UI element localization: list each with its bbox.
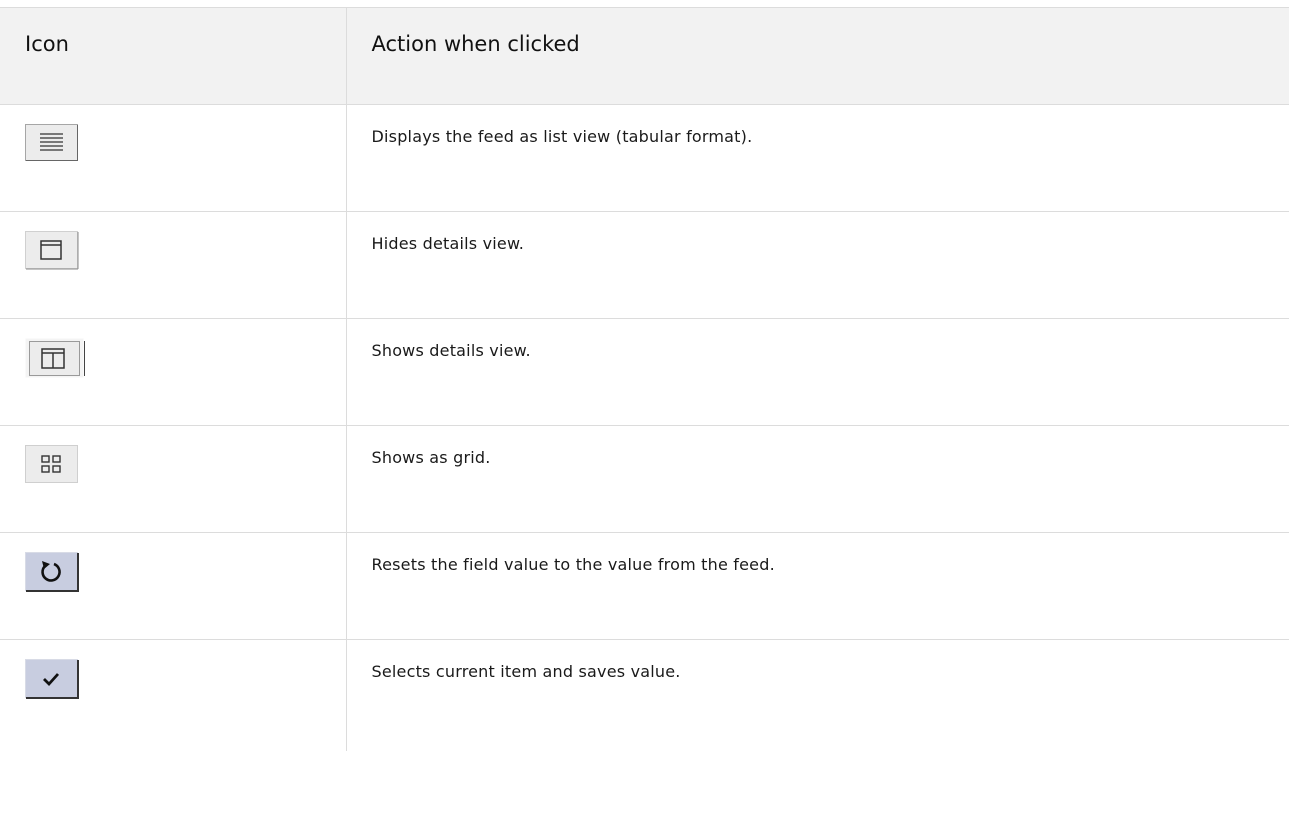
action-cell: Displays the feed as list view (tabular … [346, 104, 1289, 212]
icon-cell [0, 211, 347, 319]
action-cell: Selects current item and saves value. [371, 662, 681, 681]
icon-cell [0, 425, 347, 533]
icon-cell [0, 639, 347, 751]
table-row: Resets the field value to the value from… [0, 532, 1289, 640]
table-header-row: Icon Action when clicked [0, 7, 1289, 105]
action-cell: Resets the field value to the value from… [346, 532, 1289, 640]
table-row: Displays the feed as list view (tabular … [0, 104, 1289, 212]
action-cell: Shows as grid. [346, 425, 1289, 533]
action-cell: Hides details view. [346, 211, 1289, 319]
checkmark-icon [25, 659, 79, 699]
icon-column-header: Icon [0, 7, 347, 105]
action-cell: Shows details view. [346, 318, 1289, 426]
table-row: Shows as grid. [0, 425, 1289, 533]
icon-cell [0, 532, 347, 640]
table-row: Shows details view. [0, 318, 1289, 426]
icon-cell [0, 318, 347, 426]
hide-details-icon [25, 231, 79, 270]
grid-view-icon [25, 445, 78, 483]
show-details-icon [25, 338, 85, 378]
action-column-header: Action when clicked [346, 7, 1289, 105]
icon-cell [0, 104, 347, 212]
icon-action-table: Icon Action when clicked Displays the fe… [0, 7, 1289, 751]
table-row: Selects current item and saves value. [0, 639, 1289, 751]
table-row: Hides details view. [0, 211, 1289, 319]
reset-icon [25, 552, 79, 592]
list-view-icon [25, 124, 78, 161]
